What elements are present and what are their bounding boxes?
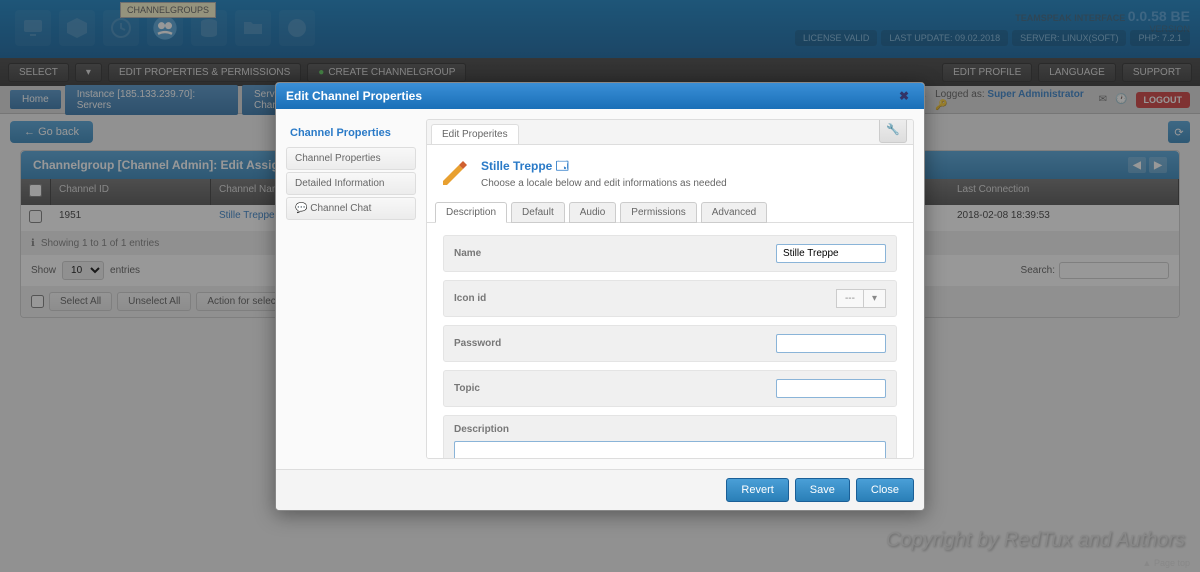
password-input[interactable] bbox=[776, 334, 886, 353]
field-row-topic: Topic bbox=[443, 370, 897, 407]
modal-main: Edit Properites 🔧 Stille Treppe 🗔 Choose… bbox=[426, 119, 914, 459]
form-fields: Name Icon id --- ▾ Password Topic bbox=[427, 223, 913, 459]
subtab-description[interactable]: Description bbox=[435, 202, 507, 223]
modal-tab-strip: Edit Properites bbox=[427, 120, 913, 145]
modal-title-bar: Edit Channel Properties ✖ bbox=[276, 83, 924, 109]
subtab-audio[interactable]: Audio bbox=[569, 202, 617, 223]
icon-dropdown-button[interactable]: ▾ bbox=[864, 289, 886, 308]
password-label: Password bbox=[454, 338, 776, 349]
field-row-password: Password bbox=[443, 325, 897, 362]
field-row-icon: Icon id --- ▾ bbox=[443, 280, 897, 317]
sidebar-item-properties[interactable]: Channel Properties bbox=[286, 147, 416, 170]
revert-button[interactable]: Revert bbox=[726, 478, 788, 502]
modal-title: Edit Channel Properties bbox=[286, 89, 422, 103]
form-intro: 🔧 Stille Treppe 🗔 Choose a locale below … bbox=[427, 145, 913, 201]
field-row-description: Description bbox=[443, 415, 897, 459]
name-input[interactable] bbox=[776, 244, 886, 263]
field-row-name: Name bbox=[443, 235, 897, 272]
modal-footer: Revert Save Close bbox=[276, 469, 924, 510]
intro-desc: Choose a locale below and edit informati… bbox=[481, 178, 727, 189]
tab-edit-properties[interactable]: Edit Properites bbox=[431, 124, 519, 144]
name-label: Name bbox=[454, 248, 776, 259]
gear-icon[interactable]: 🔧 bbox=[879, 119, 907, 143]
subtab-permissions[interactable]: Permissions bbox=[620, 202, 696, 223]
topic-input[interactable] bbox=[776, 379, 886, 398]
edit-channel-modal: Edit Channel Properties ✖ Channel Proper… bbox=[275, 82, 925, 511]
modal-sidebar: Channel Properties Channel Properties De… bbox=[286, 119, 416, 459]
description-label: Description bbox=[454, 424, 886, 435]
close-button[interactable]: Close bbox=[856, 478, 914, 502]
save-button[interactable]: Save bbox=[795, 478, 850, 502]
icon-value-button[interactable]: --- bbox=[836, 289, 864, 308]
sidebar-item-chat[interactable]: 💬 Channel Chat bbox=[286, 197, 416, 220]
footer-copyright: Copyright by RedTux and Authors bbox=[886, 529, 1185, 552]
subtab-advanced[interactable]: Advanced bbox=[701, 202, 767, 223]
sidebar-title: Channel Properties bbox=[286, 119, 416, 147]
topic-label: Topic bbox=[454, 383, 776, 394]
subtab-default[interactable]: Default bbox=[511, 202, 565, 223]
icon-label: Icon id bbox=[454, 293, 836, 304]
sidebar-item-detailed[interactable]: Detailed Information bbox=[286, 172, 416, 195]
sub-tabs: Description Default Audio Permissions Ad… bbox=[427, 201, 913, 223]
pencil-icon bbox=[439, 157, 471, 189]
modal-close-icon[interactable]: ✖ bbox=[894, 88, 914, 104]
intro-name: Stille Treppe 🗔 bbox=[481, 157, 727, 178]
description-input[interactable] bbox=[454, 441, 886, 459]
page-top-link[interactable]: ▲ Page top bbox=[1143, 558, 1190, 568]
